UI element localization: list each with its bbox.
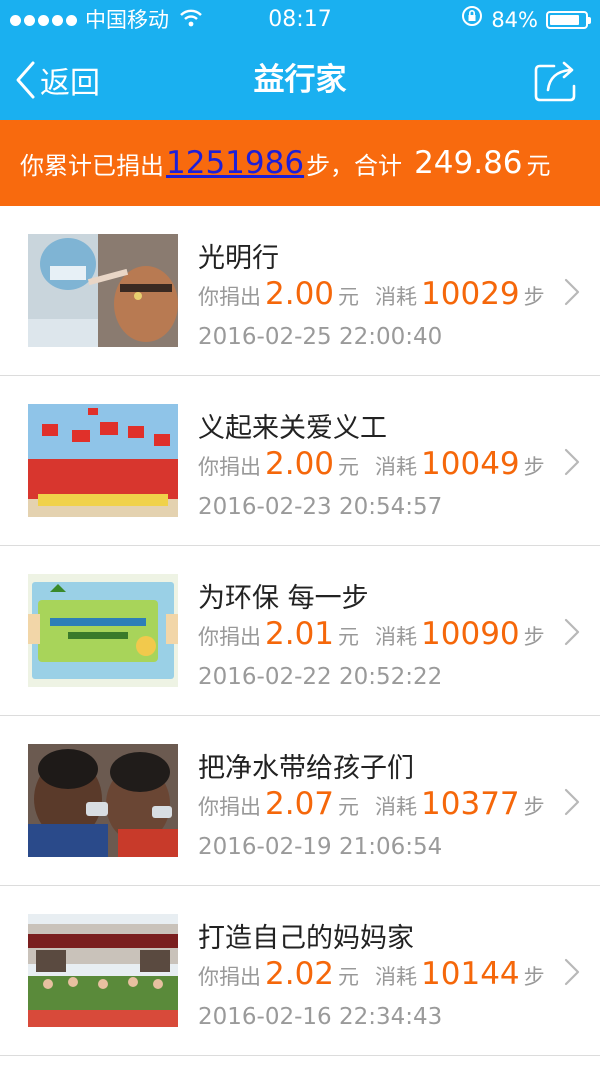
project-title: 为环保 每一步 <box>198 583 369 614</box>
project-thumbnail <box>28 574 178 687</box>
list-item[interactable]: 光明行 你捐出 2.00 元 消耗 10029 步 2016-02-25 22:… <box>0 206 600 376</box>
donated-label: 你捐出 <box>198 965 261 989</box>
step-label: 步 <box>523 625 545 649</box>
donation-date: 2016-02-16 22:34:43 <box>198 1004 443 1030</box>
donated-label: 你捐出 <box>198 455 261 479</box>
project-title: 光明行 <box>198 243 279 274</box>
chevron-right-icon <box>564 618 580 646</box>
donation-date: 2016-02-23 20:54:57 <box>198 494 443 520</box>
consumed-label: 消耗 <box>375 625 418 649</box>
step-label: 步 <box>523 285 545 309</box>
donation-date: 2016-02-25 22:00:40 <box>198 324 443 350</box>
donated-label: 你捐出 <box>198 625 261 649</box>
item-stats: 你捐出 2.01 元 消耗 10090 步 <box>198 616 545 652</box>
consumed-steps: 10144 <box>421 956 520 992</box>
list-item[interactable]: 为环保 每一步 你捐出 2.01 元 消耗 10090 步 2016-02-22… <box>0 546 600 716</box>
status-right: 84% <box>461 0 591 40</box>
summary-steps-suffix: 步，合计 <box>306 151 403 180</box>
project-thumbnail <box>28 404 178 517</box>
step-label: 步 <box>523 455 545 479</box>
status-bar: 中国移动 08:17 84% <box>0 0 600 40</box>
battery-percent: 84% <box>491 8 538 32</box>
orientation-lock-icon <box>461 0 483 40</box>
list-item[interactable]: 把净水带给孩子们 你捐出 2.07 元 消耗 10377 步 2016-02-1… <box>0 716 600 886</box>
donation-summary-banner: 你累计已捐出 1251986 步，合计 249.86 元 <box>0 120 600 206</box>
consumed-label: 消耗 <box>375 795 418 819</box>
list-item[interactable]: 义起来关爱义工 你捐出 2.00 元 消耗 10049 步 2016-02-23… <box>0 376 600 546</box>
item-stats: 你捐出 2.07 元 消耗 10377 步 <box>198 786 545 822</box>
back-button[interactable]: 返回 <box>14 40 100 120</box>
summary-amount-unit: 元 <box>526 151 551 180</box>
summary-prefix: 你累计已捐出 <box>20 151 164 180</box>
consumed-label: 消耗 <box>375 965 418 989</box>
yuan-label: 元 <box>338 795 360 819</box>
share-button[interactable] <box>532 56 582 104</box>
consumed-steps: 10029 <box>421 276 520 312</box>
donated-label: 你捐出 <box>198 285 261 309</box>
navigation-bar: 返回 益行家 <box>0 40 600 120</box>
yuan-label: 元 <box>338 455 360 479</box>
chevron-right-icon <box>564 278 580 306</box>
project-title: 义起来关爱义工 <box>198 413 387 444</box>
project-title: 把净水带给孩子们 <box>198 753 414 784</box>
item-stats: 你捐出 2.00 元 消耗 10029 步 <box>198 276 545 312</box>
step-label: 步 <box>523 965 545 989</box>
yuan-label: 元 <box>338 285 360 309</box>
item-stats: 你捐出 2.02 元 消耗 10144 步 <box>198 956 545 992</box>
consumed-steps: 10049 <box>421 446 520 482</box>
consumed-label: 消耗 <box>375 285 418 309</box>
donated-amount: 2.07 <box>265 786 335 822</box>
project-thumbnail <box>28 234 178 347</box>
donated-label: 你捐出 <box>198 795 261 819</box>
list-item[interactable]: 打造自己的妈妈家 你捐出 2.02 元 消耗 10144 步 2016-02-1… <box>0 886 600 1056</box>
consumed-steps: 10377 <box>421 786 520 822</box>
project-title: 打造自己的妈妈家 <box>198 923 414 954</box>
donation-list: 光明行 你捐出 2.00 元 消耗 10029 步 2016-02-25 22:… <box>0 206 600 1056</box>
share-icon <box>534 61 576 102</box>
back-label: 返回 <box>40 66 100 101</box>
yuan-label: 元 <box>338 625 360 649</box>
battery-icon <box>546 11 591 29</box>
chevron-left-icon <box>16 61 35 99</box>
donated-amount: 2.02 <box>265 956 335 992</box>
app-header: 中国移动 08:17 84% 返回 益行家 <box>0 0 600 120</box>
donation-date: 2016-02-22 20:52:22 <box>198 664 443 690</box>
project-thumbnail <box>28 744 178 857</box>
consumed-label: 消耗 <box>375 455 418 479</box>
yuan-label: 元 <box>338 965 360 989</box>
step-label: 步 <box>523 795 545 819</box>
chevron-right-icon <box>564 958 580 986</box>
donated-amount: 2.00 <box>265 276 335 312</box>
item-stats: 你捐出 2.00 元 消耗 10049 步 <box>198 446 545 482</box>
consumed-steps: 10090 <box>421 616 520 652</box>
total-amount: 249.86 <box>414 145 523 181</box>
project-thumbnail <box>28 914 178 1027</box>
battery-level-fill <box>550 15 579 25</box>
total-steps-link[interactable]: 1251986 <box>166 145 304 181</box>
chevron-right-icon <box>564 448 580 476</box>
donated-amount: 2.00 <box>265 446 335 482</box>
chevron-right-icon <box>564 788 580 816</box>
donation-date: 2016-02-19 21:06:54 <box>198 834 443 860</box>
donated-amount: 2.01 <box>265 616 335 652</box>
